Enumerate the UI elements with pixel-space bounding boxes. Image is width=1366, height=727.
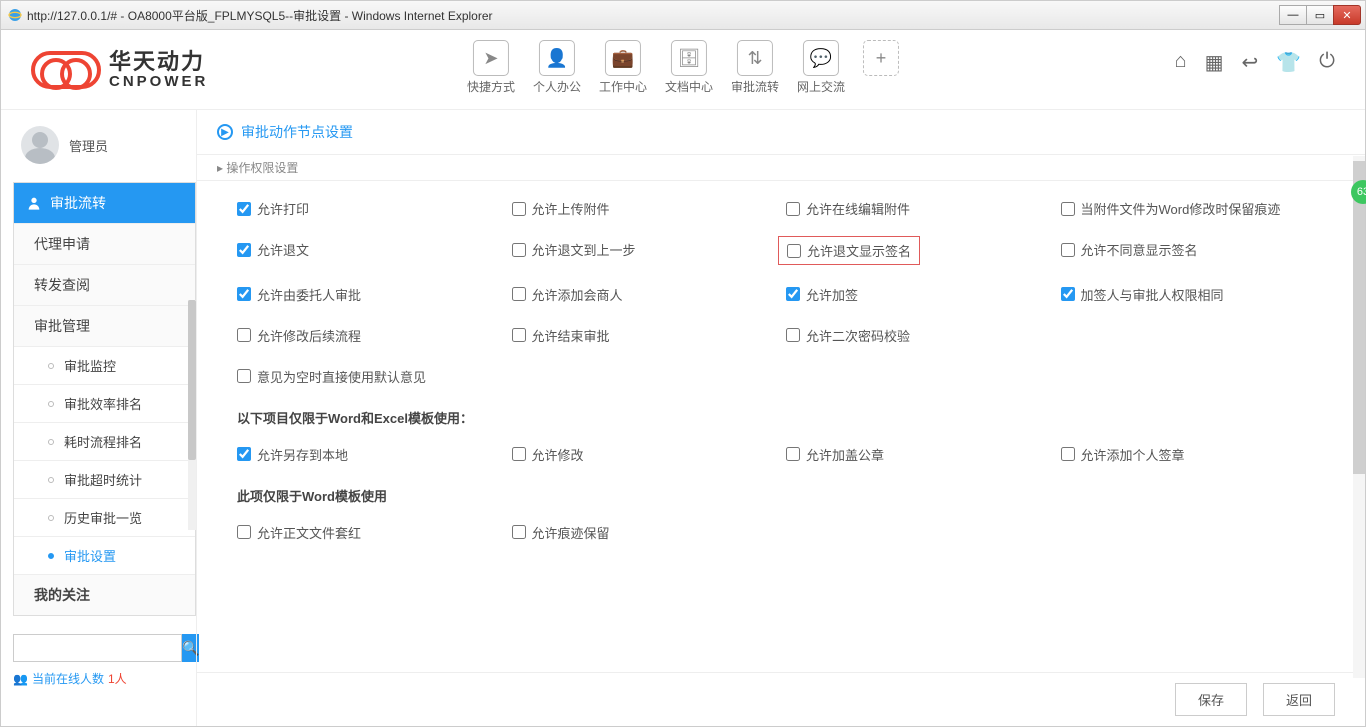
reply-icon[interactable]: ↩ [1242,50,1259,75]
option-savelocal[interactable]: 允许另存到本地 [237,445,512,464]
send-icon: ➤ [473,40,509,76]
panel-title: ▶ 审批动作节点设置 [197,110,1365,155]
option-sameperm[interactable]: 加签人与审批人权限相同 [1061,285,1336,304]
arrow-circle-icon: ▶ [217,124,233,140]
section-word: 此项仅限于Word模板使用 [237,486,1335,505]
home-icon[interactable]: ⌂ [1175,50,1187,75]
option-end[interactable]: 允许结束审批 [512,326,787,345]
logo-text-cn: 华天动力 [109,50,208,74]
submenu-timeout[interactable]: 审批超时统计 [14,460,195,498]
option-seal[interactable]: 允许加盖公章 [786,445,1061,464]
option-modifyflow[interactable]: 允许修改后续流程 [237,326,512,345]
shirt-icon[interactable]: 👕 [1276,50,1301,75]
sidebar-scrollbar[interactable] [188,300,196,530]
option-upload[interactable]: 允许上传附件 [512,199,787,218]
apps-icon[interactable]: ▦ [1205,50,1224,75]
avatar [21,126,59,164]
option-countersign[interactable]: 允许加签 [786,285,1061,304]
people-icon: 👥 [13,672,28,686]
ie-icon [7,7,23,23]
option-wordtrack[interactable]: 当附件文件为Word修改时保留痕迹 [1061,199,1336,218]
nav-approval[interactable]: ⇅审批流转 [731,40,779,95]
nav-chat[interactable]: 💬网上交流 [797,40,845,95]
nav-quick[interactable]: ➤快捷方式 [467,40,515,95]
option-editonline[interactable]: 允许在线编辑附件 [786,199,1061,218]
submenu-efficiency[interactable]: 审批效率排名 [14,384,195,422]
option-print[interactable]: 允许打印 [237,199,512,218]
submenu-monitor[interactable]: 审批监控 [14,346,195,384]
submenu-history[interactable]: 历史审批一览 [14,498,195,536]
person-icon [26,195,42,211]
option-defaultopinion[interactable]: 意见为空时直接使用默认意见 [237,367,786,386]
option-returnprev[interactable]: 允许退文到上一步 [512,240,787,259]
section-word-excel: 以下项目仅限于Word和Excel模板使用： [237,408,1335,427]
plus-icon: + [863,40,899,76]
menu-item-forward[interactable]: 转发查阅 [14,264,195,305]
nav-docs[interactable]: 🗄文档中心 [665,40,713,95]
option-redhead[interactable]: 允许正文文件套红 [237,523,512,542]
option-return[interactable]: 允许退文 [237,240,512,259]
main-panel: ▶ 审批动作节点设置 ▸ 操作权限设置 允许打印 允许上传附件 允许在线编辑附件… [196,110,1365,726]
settings-content: 允许打印 允许上传附件 允许在线编辑附件 当附件文件为Word修改时保留痕迹 允… [197,181,1365,672]
maximize-button[interactable]: ▭ [1306,5,1334,25]
person-icon: 👤 [539,40,575,76]
top-nav: ➤快捷方式 👤个人办公 💼工作中心 🗄文档中心 ⇅审批流转 💬网上交流 + [467,40,899,95]
app-header: 华天动力 CNPOWER ➤快捷方式 👤个人办公 💼工作中心 🗄文档中心 ⇅审批… [1,30,1365,110]
option-delegate[interactable]: 允许由委托人审批 [237,285,512,304]
content-scrollbar[interactable] [1353,156,1365,678]
chat-icon: 💬 [803,40,839,76]
menu-item-favorites[interactable]: 我的关注 [14,574,195,615]
submenu-settings[interactable]: 审批设置 [14,536,195,574]
briefcase-icon: 💼 [605,40,641,76]
option-returnsign[interactable]: 允许退文显示签名 [787,241,911,260]
option-modify[interactable]: 允许修改 [512,445,787,464]
minimize-button[interactable]: — [1279,5,1307,25]
logo: 华天动力 CNPOWER [31,50,208,91]
flow-icon: ⇅ [737,40,773,76]
menu-item-manage[interactable]: 审批管理 [14,305,195,346]
footer: 保存 返回 [197,672,1365,726]
save-button[interactable]: 保存 [1175,683,1247,716]
nav-work[interactable]: 💼工作中心 [599,40,647,95]
option-2fa[interactable]: 允许二次密码校验 [786,326,1061,345]
menu-item-proxy[interactable]: 代理申请 [14,223,195,264]
logo-text-en: CNPOWER [109,74,208,91]
logo-icon [31,51,101,89]
window-titlebar: http://127.0.0.1/# - OA8000平台版_FPLMYSQL5… [0,0,1366,30]
window-buttons: — ▭ ✕ [1280,5,1361,25]
search-row: 🔍 [13,634,196,662]
submenu-time[interactable]: 耗时流程排名 [14,422,195,460]
panel-subtitle: ▸ 操作权限设置 [197,155,1365,181]
user-block: 管理员 [13,120,196,170]
close-button[interactable]: ✕ [1333,5,1361,25]
search-input[interactable] [13,634,182,662]
power-icon[interactable]: ⏻ [1319,50,1335,75]
online-count: 👥 当前在线人数 1人 [13,670,196,687]
option-personalseal[interactable]: 允许添加个人签章 [1061,445,1336,464]
nav-add[interactable]: + [863,40,899,95]
menu-header[interactable]: 审批流转 [14,183,195,223]
back-button[interactable]: 返回 [1263,683,1335,716]
sidebar-menu: 审批流转 代理申请 转发查阅 审批管理 审批监控 审批效率排名 耗时流程排名 审… [13,182,196,616]
option-disagreesign[interactable]: 允许不同意显示签名 [1061,240,1336,259]
option-keeptrack[interactable]: 允许痕迹保留 [512,523,787,542]
sidebar: 管理员 审批流转 代理申请 转发查阅 审批管理 审批监控 审批效率排名 耗时流程… [1,110,196,726]
username: 管理员 [69,136,108,155]
window-title: http://127.0.0.1/# - OA8000平台版_FPLMYSQL5… [27,7,1280,24]
option-addconsult[interactable]: 允许添加会商人 [512,285,787,304]
header-icons: ⌂ ▦ ↩ 👕 ⏻ [1175,50,1336,75]
nav-personal[interactable]: 👤个人办公 [533,40,581,95]
archive-icon: 🗄 [671,40,707,76]
